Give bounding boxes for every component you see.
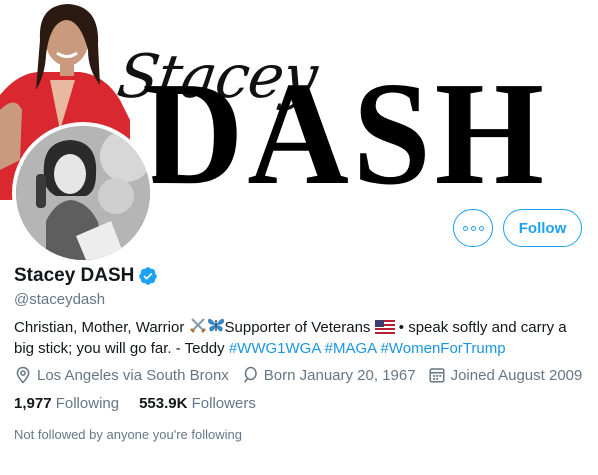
followers-count: 553.9K <box>139 395 188 412</box>
not-followed-notice: Not followed by anyone you're following <box>14 427 242 442</box>
birthday-item: Born January 20, 1967 <box>241 366 416 384</box>
butterfly-icon <box>207 318 224 332</box>
followers-label: Followers <box>191 395 256 412</box>
us-flag-icon <box>374 320 395 334</box>
display-name: Stacey DASH <box>14 265 135 286</box>
location-item: Los Angeles via South Bronx <box>14 366 229 384</box>
location-pin-icon <box>16 366 30 384</box>
bio-text: Christian, Mother, Warrior <box>14 319 189 336</box>
crossed-swords-icon <box>189 318 206 333</box>
more-options-button[interactable] <box>453 209 493 247</box>
joined-text: Joined August 2009 <box>450 366 583 384</box>
avatar-image <box>16 126 150 260</box>
banner-title-text: DASH <box>142 52 548 200</box>
hashtag-link[interactable]: #MAGA <box>325 340 377 357</box>
balloon-icon <box>243 366 257 383</box>
followers-link[interactable]: 553.9K Followers <box>139 395 256 412</box>
verified-badge-icon <box>139 267 158 285</box>
hashtag-link[interactable]: #WWG1WGA <box>229 340 321 357</box>
birthday-text: Born January 20, 1967 <box>263 366 416 384</box>
more-horizontal-icon <box>462 225 468 231</box>
profile-handle: @staceydash <box>14 291 106 308</box>
calendar-icon <box>429 368 445 383</box>
profile-bio: Christian, Mother, Warrior Supporter of … <box>14 316 584 359</box>
following-label: Following <box>55 395 120 412</box>
follow-button[interactable]: Follow <box>503 209 582 247</box>
profile-meta: Los Angeles via South Bronx Born January… <box>14 366 594 384</box>
follow-stats: 1,977 Following 553.9K Followers <box>14 395 276 412</box>
bio-text-2: Supporter of Veterans <box>224 319 375 336</box>
profile-avatar[interactable] <box>12 122 154 264</box>
joined-item: Joined August 2009 <box>428 366 583 384</box>
profile-name-row: Stacey DASH <box>14 265 158 287</box>
following-count: 1,977 <box>14 395 52 412</box>
following-link[interactable]: 1,977 Following <box>14 395 119 412</box>
hashtag-link[interactable]: #WomenForTrump <box>381 340 506 357</box>
location-text: Los Angeles via South Bronx <box>37 366 229 384</box>
